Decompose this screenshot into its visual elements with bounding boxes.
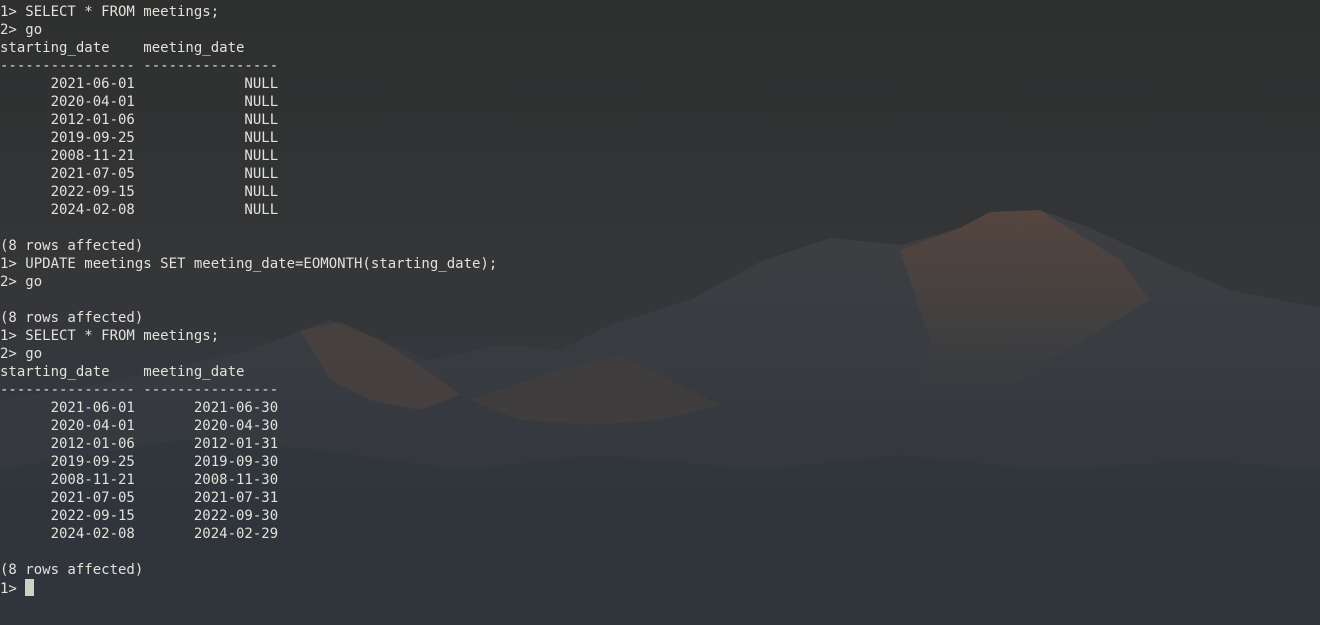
terminal-line: 2022-09-15 NULL <box>0 184 279 200</box>
terminal-line: 1> SELECT * FROM meetings; <box>0 4 220 20</box>
terminal-line: 2019-09-25 NULL <box>0 130 279 146</box>
terminal-line: 2020-04-01 NULL <box>0 94 279 110</box>
terminal-line: 2024-02-08 NULL <box>0 202 279 218</box>
terminal-line: 2021-06-01 2021-06-30 <box>0 400 279 416</box>
terminal-line: 2020-04-01 2020-04-30 <box>0 418 279 434</box>
text-cursor <box>25 579 35 596</box>
terminal-line: 2022-09-15 2022-09-30 <box>0 508 279 524</box>
terminal-line: 2> go <box>0 274 43 290</box>
terminal-line: 1> UPDATE meetings SET meeting_date=EOMO… <box>0 256 498 272</box>
terminal-line: 2021-07-05 2021-07-31 <box>0 490 279 506</box>
prompt-text: 1> <box>0 581 26 597</box>
terminal-line: 2008-11-21 NULL <box>0 148 279 164</box>
terminal-line: (8 rows affected) <box>0 238 144 254</box>
terminal-line: (8 rows affected) <box>0 310 144 326</box>
prompt-line[interactable]: 1> <box>0 579 497 597</box>
terminal-line: 2024-02-08 2024-02-29 <box>0 526 279 542</box>
terminal-line: 2012-01-06 NULL <box>0 112 279 128</box>
terminal-line: 1> SELECT * FROM meetings; <box>0 328 220 344</box>
terminal-line: 2021-07-05 NULL <box>0 166 279 182</box>
terminal-line: starting_date meeting_date <box>0 40 245 56</box>
terminal-output[interactable]: 1> SELECT * FROM meetings; 2> go starting_… <box>0 3 497 597</box>
terminal-line: starting_date meeting_date <box>0 364 245 380</box>
terminal-line: ---------------- ---------------- <box>0 58 279 74</box>
terminal-line: 2019-09-25 2019-09-30 <box>0 454 279 470</box>
terminal-line: ---------------- ---------------- <box>0 382 279 398</box>
terminal-line: 2> go <box>0 346 43 362</box>
terminal-line: (8 rows affected) <box>0 562 144 578</box>
terminal-line: 2021-06-01 NULL <box>0 76 279 92</box>
terminal-line: 2008-11-21 2008-11-30 <box>0 472 279 488</box>
terminal-line: 2> go <box>0 22 43 38</box>
terminal-line: 2012-01-06 2012-01-31 <box>0 436 279 452</box>
